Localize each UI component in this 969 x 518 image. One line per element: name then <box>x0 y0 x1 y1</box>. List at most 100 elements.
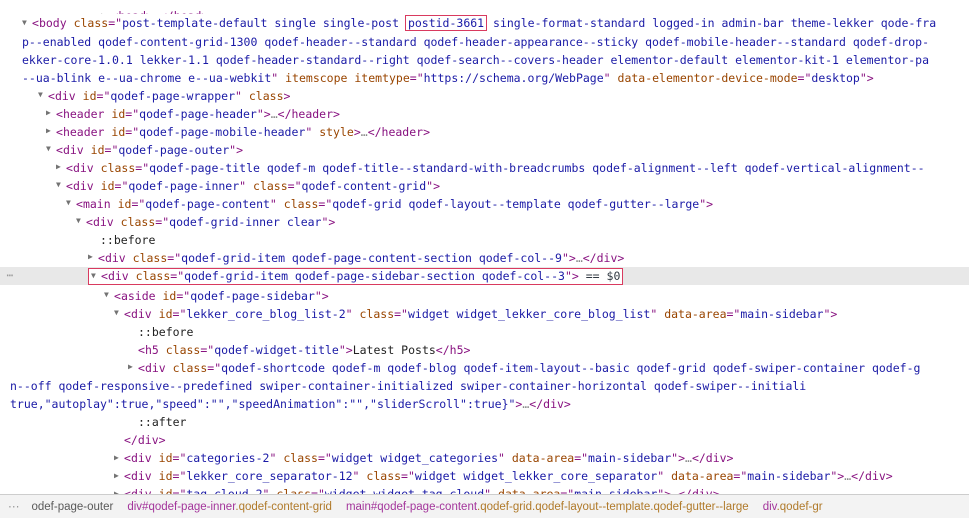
tree-node-page-inner[interactable]: <div id="qodef-page-inner" class="qodef-… <box>0 177 969 195</box>
node-attr3-value: main-sidebar <box>747 469 831 483</box>
node-collapsed-ellipsis: … <box>685 451 692 465</box>
breadcrumb-class: .qodef-content-grid <box>235 500 332 513</box>
node-attr-name: id <box>158 306 173 321</box>
breadcrumb-overflow-button[interactable]: ⋯ <box>0 495 25 518</box>
breadcrumb-item-page-inner[interactable]: div#qodef-page-inner.qodef-content-grid <box>120 495 339 518</box>
devtools-elements-panel: <head>…</head> <body class="post-templat… <box>0 0 969 518</box>
gutter-overflow-ellipsis[interactable]: ⋯ <box>2 267 18 285</box>
disclosure-triangle-icon[interactable] <box>46 122 56 140</box>
node-close-tag: </div> <box>124 433 166 447</box>
tree-node-body[interactable]: <body class="post-template-default singl… <box>0 14 969 87</box>
tree-node-pseudo-after[interactable]: ::after <box>0 413 969 431</box>
disclosure-triangle-icon[interactable] <box>22 14 32 32</box>
disclosure-triangle-icon[interactable] <box>46 104 56 122</box>
disclosure-triangle-icon[interactable] <box>114 304 124 322</box>
disclosure-triangle-icon[interactable] <box>66 194 76 212</box>
node-close-tag: </div> <box>529 397 571 411</box>
node-attr2-name: class <box>283 196 319 211</box>
tree-node-tag-cloud-widget[interactable]: <div id="tag_cloud-2" class="widget widg… <box>0 485 969 494</box>
body-itemtype-attr-name: itemtype <box>354 70 410 85</box>
disclosure-triangle-icon[interactable] <box>91 268 101 283</box>
node-attr-value: qodef-page-inner <box>128 178 240 193</box>
node-attr2-value: widget widget_lekker_core_separator <box>414 469 658 483</box>
tree-node-page-mobile-header[interactable]: <header id="qodef-page-mobile-header" st… <box>0 123 969 141</box>
node-attr-name: class <box>100 160 136 175</box>
disclosure-triangle-icon[interactable] <box>88 248 98 266</box>
tree-node-close-blog-list[interactable]: </div> <box>0 431 969 449</box>
breadcrumb-item-grid-inner[interactable]: div.qodef-gr <box>756 495 830 518</box>
tree-node-page-content[interactable]: <main id="qodef-page-content" class="qod… <box>0 195 969 213</box>
body-tag-name: body <box>38 16 67 30</box>
tree-node-content-section[interactable]: <div class="qodef-grid-item qodef-page-c… <box>0 249 969 267</box>
tree-node-grid-inner[interactable]: <div class="qodef-grid-inner clear"> <box>0 213 969 231</box>
node-attr-value: lekker_core_separator-12 <box>186 469 353 483</box>
node-collapsed-ellipsis: … <box>270 106 278 121</box>
tree-node-pseudo-before[interactable]: ::before <box>0 231 969 249</box>
body-class-value-part1: post-template-default single single-post <box>122 16 406 30</box>
disclosure-triangle-icon[interactable] <box>76 212 86 230</box>
breadcrumb-id: #qodef-page-content <box>370 500 478 513</box>
body-itemscope-attr: itemscope <box>285 70 348 85</box>
tree-node-pseudo-before-2[interactable]: ::before <box>0 323 969 341</box>
tree-node-blog-list-widget[interactable]: <div id="lekker_core_blog_list-2" class=… <box>0 305 969 323</box>
node-tag-name: div <box>62 142 84 157</box>
disclosure-triangle-icon[interactable] <box>114 467 124 485</box>
node-tag-name: header <box>62 106 105 121</box>
node-tag-name: div <box>130 469 152 483</box>
breadcrumb-item-page-outer[interactable]: odef-page-outer <box>25 495 121 518</box>
node-attr-value: tag_cloud-2 <box>186 487 263 494</box>
tree-node-sidebar-section-selected[interactable]: ⋯ <div class="qodef-grid-item qodef-page… <box>0 266 969 287</box>
body-class-value-line4: --ua-blink e--ua-chrome e--ua-webkit <box>22 70 272 85</box>
tree-node-page-wrapper[interactable]: <div id="qodef-page-wrapper" class> <box>0 87 969 105</box>
node-bare-attr: class <box>248 88 284 103</box>
tree-node-head[interactable]: <head>…</head> <box>0 0 969 14</box>
node-tag-name: div <box>104 250 126 265</box>
node-tag-name: div <box>130 306 152 321</box>
breadcrumb[interactable]: ⋯ odef-page-outer div#qodef-page-inner.q… <box>0 494 969 518</box>
body-device-mode-attr-name: data-elementor-device-mode <box>617 70 798 85</box>
node-attr-value: lekker_core_blog_list-2 <box>186 306 346 321</box>
node-tag-name: div <box>144 360 166 375</box>
tree-node-separator-widget[interactable]: <div id="lekker_core_separator-12" class… <box>0 467 969 485</box>
pseudo-element-label: ::after <box>138 415 187 429</box>
disclosure-triangle-icon[interactable] <box>38 86 48 104</box>
body-class-attr-name: class <box>73 16 109 30</box>
node-attr2-name: class <box>283 451 318 465</box>
body-class-value-line2: p--enabled qodef-content-grid-1300 qodef… <box>22 34 929 49</box>
tree-node-page-title[interactable]: <div class="qodef-page-title qodef-m qod… <box>0 159 969 177</box>
breadcrumb-item-page-content[interactable]: main#qodef-page-content.qodef-grid.qodef… <box>339 495 756 518</box>
node-attr-name: id <box>82 88 97 103</box>
node-tag-name: main <box>82 196 111 211</box>
widget-title-text: Latest Posts <box>352 342 436 357</box>
body-device-mode-value: desktop <box>811 70 860 85</box>
disclosure-triangle-icon[interactable] <box>104 286 114 304</box>
tree-node-categories-widget[interactable]: <div id="categories-2" class="widget wid… <box>0 449 969 467</box>
dom-tree[interactable]: <head>…</head> <body class="post-templat… <box>0 0 969 494</box>
tree-node-widget-title[interactable]: <h5 class="qodef-widget-title">Latest Po… <box>0 341 969 359</box>
node-attr3-value: main-sidebar <box>574 487 658 494</box>
body-class-value-line3: ekker-core-1.0.1 lekker-1.1 qodef-header… <box>22 52 929 67</box>
node-attr2-value: widget widget_categories <box>331 451 498 465</box>
node-attr2-name: class <box>253 178 288 193</box>
node-close-tag: </header> <box>277 106 340 121</box>
node-tag-name: header <box>62 124 105 139</box>
disclosure-triangle-icon[interactable] <box>56 158 66 176</box>
tree-node-page-outer[interactable]: <div id="qodef-page-outer"> <box>0 141 969 159</box>
node-attr3-value: main-sidebar <box>588 451 672 465</box>
node-close-tag: </header> <box>367 124 430 139</box>
node-attr2-name: class <box>276 487 312 494</box>
node-attr2-value: widget widget_tag_cloud <box>324 487 485 494</box>
node-attr-name: class <box>135 268 171 283</box>
tree-node-shortcode-blog[interactable]: <div class="qodef-shortcode qodef-m qode… <box>0 359 969 414</box>
tree-node-page-sidebar[interactable]: <aside id="qodef-page-sidebar"> <box>0 287 969 305</box>
disclosure-triangle-icon[interactable] <box>114 449 124 467</box>
tree-node-page-header[interactable]: <header id="qodef-page-header">…</header… <box>0 105 969 123</box>
breadcrumb-tag: div <box>127 500 143 513</box>
breadcrumb-id: #qodef-page-inner <box>142 500 236 513</box>
disclosure-triangle-icon[interactable] <box>56 176 66 194</box>
disclosure-triangle-icon[interactable] <box>128 358 138 376</box>
disclosure-triangle-icon[interactable] <box>114 485 124 495</box>
node-attr3-value: main-sidebar <box>740 306 824 321</box>
node-attr-name: class <box>132 250 168 265</box>
disclosure-triangle-icon[interactable] <box>46 140 56 158</box>
